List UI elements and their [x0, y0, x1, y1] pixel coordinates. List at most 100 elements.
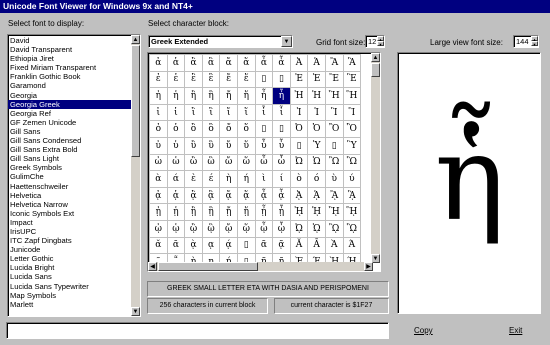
- font-list-item[interactable]: Haettenschweiler: [8, 182, 133, 191]
- grid-cell[interactable]: ᾀ: [149, 186, 168, 205]
- grid-cell[interactable]: ἐ: [149, 70, 168, 89]
- font-list-item[interactable]: GF Zemen Unicode: [8, 118, 133, 127]
- scroll-down-icon[interactable]: ▼: [131, 307, 140, 316]
- font-list-item[interactable]: Helvetica: [8, 191, 133, 200]
- grid-cell[interactable]: ὂ: [184, 120, 203, 138]
- grid-cell[interactable]: ἲ: [184, 103, 203, 122]
- grid-cell[interactable]: ὣ: [201, 153, 221, 172]
- grid-cell[interactable]: ὸ: [289, 170, 309, 188]
- font-list[interactable]: David David Transparent Ethiopia Jiret Fixe…: [7, 34, 141, 317]
- font-list-item[interactable]: Impact: [8, 218, 133, 227]
- grid-cell[interactable]: ᾩ: [307, 219, 326, 238]
- grid-cell[interactable]: ὶ: [254, 170, 274, 188]
- grid-cell[interactable]: ὅ: [236, 120, 256, 138]
- grid-cell[interactable]: ἧ: [272, 87, 291, 105]
- grid-cell[interactable]: Ά: [342, 236, 362, 255]
- grid-cell[interactable]: ὠ: [149, 153, 168, 172]
- grid-cell[interactable]: ἑ: [166, 70, 186, 89]
- character-grid[interactable]: ἀ ἁ ἂ ἃ ἄ ἅ ἆ ἇ Ἀ Ἁ Ἂ Ἃἐ ἑ ἒ ἓ ἔ ἕ ▯ ▯ Ἐ Ἑ Ἒ Ἓἠ ἡ ἢ ἣ ἤ ἥ ἦ ἧ Ἠ Ἡ Ἢ Ἣἰ ἱ ἲ ἳ…: [147, 52, 381, 272]
- grid-cell[interactable]: ᾴ: [219, 236, 238, 255]
- grid-cell[interactable]: ἴ: [219, 103, 238, 122]
- grid-cell[interactable]: ὀ: [149, 120, 168, 138]
- grid-cell[interactable]: ὕ: [236, 136, 256, 155]
- grid-cell[interactable]: ὦ: [254, 153, 274, 172]
- grid-cell[interactable]: Ἢ: [324, 87, 344, 105]
- font-list-item[interactable]: Ethiopia Jiret: [8, 54, 133, 63]
- grid-cell[interactable]: ἅ: [236, 54, 256, 72]
- char-block-select[interactable]: Greek Extended ▼: [148, 35, 293, 48]
- grid-cell[interactable]: ἣ: [201, 87, 221, 105]
- grid-cell[interactable]: ὒ: [184, 136, 203, 155]
- grid-cell[interactable]: ▯: [324, 136, 344, 155]
- grid-vscrollbar[interactable]: ▲ ▼: [371, 53, 380, 263]
- grid-cell[interactable]: ὁ: [166, 120, 186, 138]
- grid-cell[interactable]: Ἂ: [324, 54, 344, 72]
- font-list-item[interactable]: Iconic Symbols Ext: [8, 209, 133, 218]
- grid-cell[interactable]: ᾤ: [219, 219, 238, 238]
- grid-cell[interactable]: ▯: [272, 120, 291, 138]
- grid-cell[interactable]: ᾗ: [272, 203, 291, 221]
- font-list-item[interactable]: Gill Sans: [8, 127, 133, 136]
- grid-cell[interactable]: Ὣ: [342, 153, 362, 172]
- grid-cell[interactable]: ἦ: [254, 87, 274, 105]
- grid-cell[interactable]: ἵ: [236, 103, 256, 122]
- grid-cell[interactable]: Ἡ: [307, 87, 326, 105]
- grid-cell[interactable]: ἡ: [166, 87, 186, 105]
- font-list-item[interactable]: Georgia: [8, 91, 133, 100]
- grid-cell[interactable]: ἰ: [149, 103, 168, 122]
- grid-cell[interactable]: ᾙ: [307, 203, 326, 221]
- grid-cell[interactable]: ᾁ: [166, 186, 186, 205]
- grid-cell[interactable]: Ὰ: [324, 236, 344, 255]
- scroll-left-icon[interactable]: ◀: [148, 262, 157, 271]
- grid-cell[interactable]: ᾳ: [201, 236, 221, 255]
- font-list-item[interactable]: Fixed Miriam Transparent: [8, 63, 133, 72]
- grid-cell[interactable]: ᾢ: [184, 219, 203, 238]
- grid-cell[interactable]: ᾛ: [342, 203, 362, 221]
- grid-cell[interactable]: Ἁ: [307, 54, 326, 72]
- grid-cell[interactable]: ᾚ: [324, 203, 344, 221]
- font-list-item[interactable]: Lucida Sans Typewriter: [8, 282, 133, 291]
- grid-cell[interactable]: ▯: [254, 70, 274, 89]
- font-list-item[interactable]: Gill Sans Condensed: [8, 136, 133, 145]
- font-list-item[interactable]: Map Symbols: [8, 291, 133, 300]
- grid-cell[interactable]: Ἐ: [289, 70, 309, 89]
- grid-cell[interactable]: ᾇ: [272, 186, 291, 205]
- chevron-down-icon[interactable]: ▼: [281, 36, 292, 47]
- grid-cell[interactable]: Ὁ: [307, 120, 326, 138]
- grid-cell[interactable]: ό: [307, 170, 326, 188]
- grid-cell[interactable]: ᾐ: [149, 203, 168, 221]
- grid-cell[interactable]: ί: [272, 170, 291, 188]
- grid-cell[interactable]: ▯: [289, 136, 309, 155]
- grid-cell[interactable]: ὐ: [149, 136, 168, 155]
- font-list-item[interactable]: Franklin Gothic Book: [8, 72, 133, 81]
- grid-cell[interactable]: Ὑ: [307, 136, 326, 155]
- font-list-item[interactable]: Gill Sans Extra Bold: [8, 145, 133, 154]
- font-list-item[interactable]: Junicode: [8, 245, 133, 254]
- grid-cell[interactable]: ἥ: [236, 87, 256, 105]
- grid-cell[interactable]: ᾈ: [289, 186, 309, 205]
- grid-cell[interactable]: ᾪ: [324, 219, 344, 238]
- grid-cell[interactable]: ά: [166, 170, 186, 188]
- grid-font-size-spinner[interactable]: 12 ▲ ▼: [365, 35, 385, 48]
- grid-cell[interactable]: ἂ: [184, 54, 203, 72]
- copy-button[interactable]: Copy: [414, 326, 433, 335]
- exit-button[interactable]: Exit: [509, 326, 522, 335]
- grid-cell[interactable]: Ὡ: [307, 153, 326, 172]
- grid-cell[interactable]: ἄ: [219, 54, 238, 72]
- grid-cell[interactable]: ᾂ: [184, 186, 203, 205]
- grid-cell[interactable]: ὰ: [149, 170, 168, 188]
- grid-cell[interactable]: ᾦ: [254, 219, 274, 238]
- grid-cell[interactable]: Ἃ: [342, 54, 362, 72]
- grid-cell[interactable]: ᾊ: [324, 186, 344, 205]
- spin-down-icon[interactable]: ▼: [531, 41, 538, 47]
- copy-text-field[interactable]: [6, 322, 389, 339]
- grid-cell[interactable]: Ὃ: [342, 120, 362, 138]
- scroll-thumb[interactable]: [158, 262, 258, 271]
- grid-cell[interactable]: ᾷ: [272, 236, 291, 255]
- grid-cell[interactable]: ἶ: [254, 103, 274, 122]
- grid-cell[interactable]: ὴ: [219, 170, 238, 188]
- grid-cell[interactable]: Ἠ: [289, 87, 309, 105]
- font-list-item[interactable]: Garamond: [8, 81, 133, 90]
- grid-cell[interactable]: ὡ: [166, 153, 186, 172]
- grid-cell[interactable]: Ἲ: [324, 103, 344, 122]
